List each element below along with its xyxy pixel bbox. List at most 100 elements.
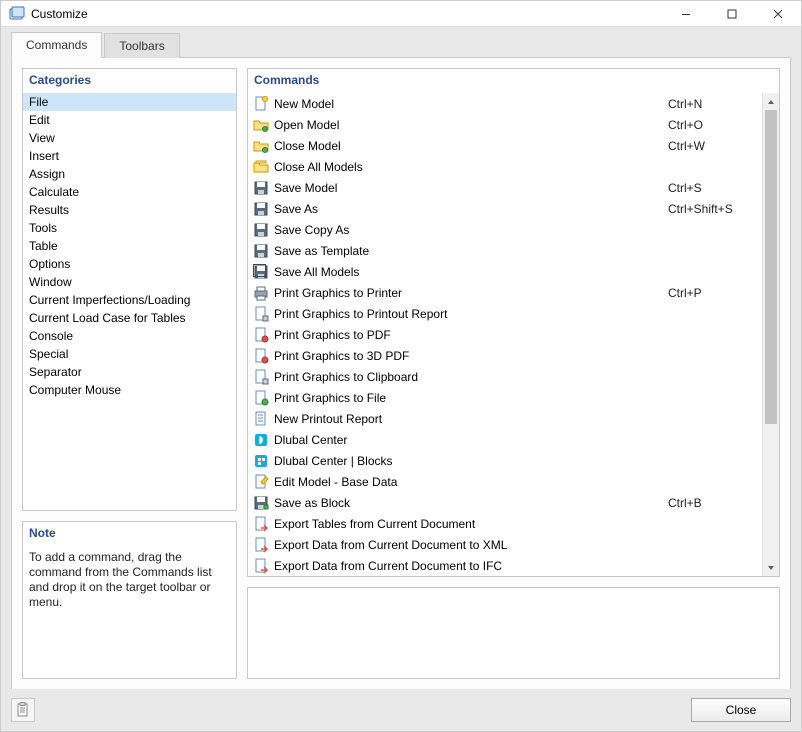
command-row[interactable]: Save as BlockCtrl+B	[250, 492, 762, 513]
minimize-button[interactable]	[663, 1, 709, 26]
app-icon	[9, 6, 25, 22]
command-row[interactable]: Export Data from Current Document to IFC	[250, 555, 762, 576]
maximize-button[interactable]	[709, 1, 755, 26]
command-label: New Model	[274, 97, 668, 111]
category-item[interactable]: File	[23, 93, 236, 111]
command-row[interactable]: Export Tables from Current Document	[250, 513, 762, 534]
command-row[interactable]: Print Graphics to PDF	[250, 324, 762, 345]
command-shortcut: Ctrl+W	[668, 139, 758, 153]
close-button[interactable]: Close	[691, 698, 791, 722]
client-area: Commands Toolbars Categories FileEditVie…	[1, 27, 801, 731]
tab-toolbars-label: Toolbars	[119, 39, 164, 53]
command-row[interactable]: Open ModelCtrl+O	[250, 114, 762, 135]
scroll-thumb[interactable]	[765, 110, 777, 424]
categories-panel: Categories FileEditViewInsertAssignCalcu…	[22, 68, 237, 511]
command-label: Export Data from Current Document to XML	[274, 538, 668, 552]
category-item[interactable]: Current Imperfections/Loading	[23, 291, 236, 309]
category-item[interactable]: Edit	[23, 111, 236, 129]
category-item[interactable]: Results	[23, 201, 236, 219]
print-clip-icon	[252, 369, 270, 385]
tab-commands[interactable]: Commands	[11, 32, 102, 58]
category-item[interactable]: Special	[23, 345, 236, 363]
command-label: Export Data from Current Document to IFC	[274, 559, 668, 573]
category-item[interactable]: Assign	[23, 165, 236, 183]
command-row[interactable]: Dlubal Center	[250, 429, 762, 450]
command-shortcut: Ctrl+B	[668, 496, 758, 510]
category-item[interactable]: Computer Mouse	[23, 381, 236, 399]
category-item[interactable]: Current Load Case for Tables	[23, 309, 236, 327]
right-column: Commands New ModelCtrl+NOpen ModelCtrl+O…	[247, 68, 780, 679]
command-row[interactable]: Print Graphics to PrinterCtrl+P	[250, 282, 762, 303]
categories-header: Categories	[23, 69, 236, 93]
command-label: Save Copy As	[274, 223, 668, 237]
command-row[interactable]: Close ModelCtrl+W	[250, 135, 762, 156]
category-item[interactable]: Insert	[23, 147, 236, 165]
scroll-down-arrow-icon[interactable]	[763, 559, 779, 576]
command-row[interactable]: New Printout Report	[250, 408, 762, 429]
save-template-icon	[252, 243, 270, 259]
command-row[interactable]: Edit Model - Base Data	[250, 471, 762, 492]
scroll-up-arrow-icon[interactable]	[763, 93, 779, 110]
printer-icon	[252, 285, 270, 301]
commands-body: New ModelCtrl+NOpen ModelCtrl+OClose Mod…	[248, 93, 779, 576]
clipboard-icon	[16, 702, 30, 718]
export-table-icon	[252, 516, 270, 532]
category-item[interactable]: Window	[23, 273, 236, 291]
command-row[interactable]: New ModelCtrl+N	[250, 93, 762, 114]
command-label: Edit Model - Base Data	[274, 475, 668, 489]
command-label: Save Model	[274, 181, 668, 195]
command-label: Print Graphics to 3D PDF	[274, 349, 668, 363]
command-row[interactable]: Close All Models	[250, 156, 762, 177]
customize-window: Customize Commands Toolbars	[0, 0, 802, 732]
category-item[interactable]: View	[23, 129, 236, 147]
command-row[interactable]: Print Graphics to File	[250, 387, 762, 408]
category-item[interactable]: Options	[23, 255, 236, 273]
command-row[interactable]: Print Graphics to 3D PDF	[250, 345, 762, 366]
command-label: Save All Models	[274, 265, 668, 279]
command-shortcut: Ctrl+N	[668, 97, 758, 111]
save-all-icon	[252, 264, 270, 280]
category-item[interactable]: Console	[23, 327, 236, 345]
category-item[interactable]: Tools	[23, 219, 236, 237]
copy-to-clipboard-button[interactable]	[11, 698, 35, 722]
note-header: Note	[23, 522, 236, 546]
category-item[interactable]: Table	[23, 237, 236, 255]
command-row[interactable]: Save All Models	[250, 261, 762, 282]
tab-toolbars[interactable]: Toolbars	[104, 33, 179, 58]
dlubal-icon	[252, 432, 270, 448]
command-row[interactable]: Save ModelCtrl+S	[250, 177, 762, 198]
print-pdf-icon	[252, 327, 270, 343]
commands-panel: Commands New ModelCtrl+NOpen ModelCtrl+O…	[247, 68, 780, 577]
category-item[interactable]: Calculate	[23, 183, 236, 201]
categories-list[interactable]: FileEditViewInsertAssignCalculateResults…	[23, 93, 236, 510]
commands-list[interactable]: New ModelCtrl+NOpen ModelCtrl+OClose Mod…	[248, 93, 762, 576]
command-row[interactable]: Print Graphics to Clipboard	[250, 366, 762, 387]
title-bar: Customize	[1, 1, 801, 27]
category-item[interactable]: Separator	[23, 363, 236, 381]
command-label: Print Graphics to Clipboard	[274, 370, 668, 384]
command-row[interactable]: Save as Template	[250, 240, 762, 261]
export-ifc-icon	[252, 558, 270, 574]
note-text: To add a command, drag the command from …	[23, 546, 236, 616]
close-window-button[interactable]	[755, 1, 801, 26]
save-icon	[252, 180, 270, 196]
commands-scrollbar[interactable]	[762, 93, 779, 576]
report-new-icon	[252, 411, 270, 427]
command-shortcut: Ctrl+P	[668, 286, 758, 300]
command-row[interactable]: Save Copy As	[250, 219, 762, 240]
command-row[interactable]: Dlubal Center | Blocks	[250, 450, 762, 471]
command-row[interactable]: Export Data from Current Document to XML	[250, 534, 762, 555]
window-buttons	[663, 1, 801, 26]
command-row[interactable]: Save AsCtrl+Shift+S	[250, 198, 762, 219]
command-row[interactable]: Print Graphics to Printout Report	[250, 303, 762, 324]
command-label: Close Model	[274, 139, 668, 153]
note-panel: Note To add a command, drag the command …	[22, 521, 237, 679]
tab-commands-label: Commands	[26, 38, 87, 52]
command-label: Dlubal Center	[274, 433, 668, 447]
scroll-track[interactable]	[763, 110, 779, 559]
command-label: Print Graphics to PDF	[274, 328, 668, 342]
commands-header: Commands	[248, 69, 779, 93]
command-label: Print Graphics to Printout Report	[274, 307, 668, 321]
print-3dpdf-icon	[252, 348, 270, 364]
command-shortcut: Ctrl+Shift+S	[668, 202, 758, 216]
